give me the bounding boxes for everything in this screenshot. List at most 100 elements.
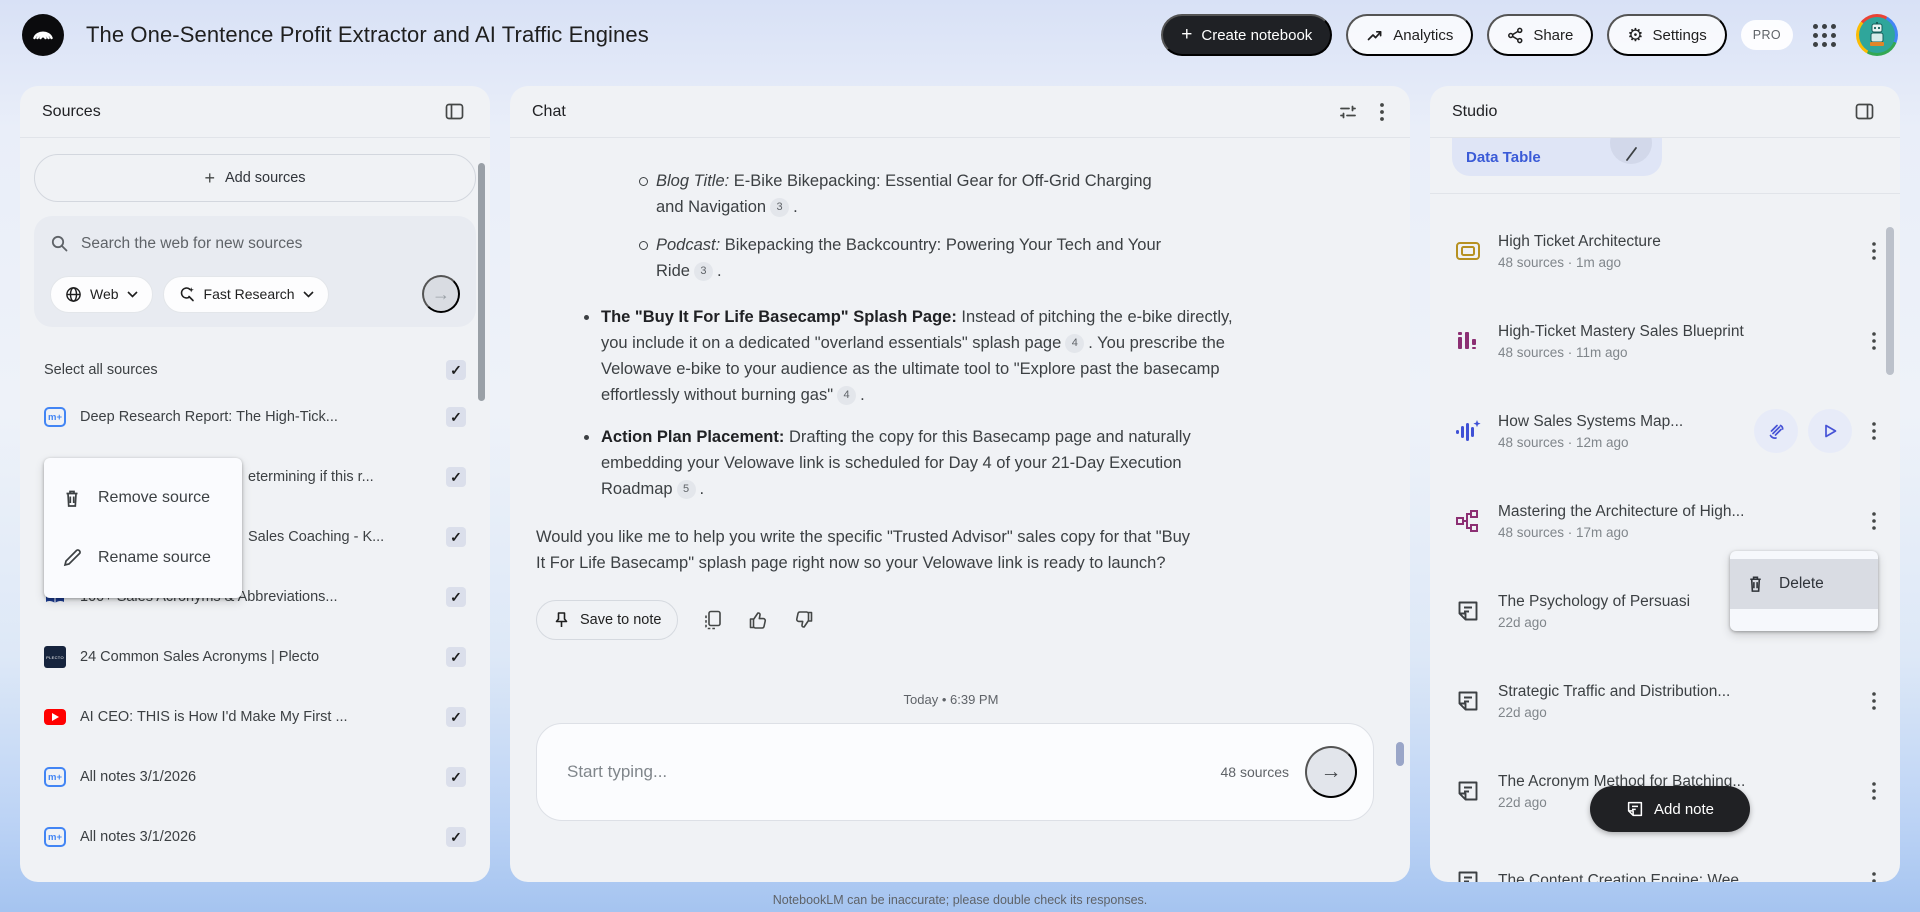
studio-item-title: The Content Creation Engine: Wee... bbox=[1498, 872, 1752, 882]
share-button[interactable]: Share bbox=[1487, 14, 1594, 56]
studio-item[interactable]: High-Ticket Mastery Sales Blueprint 48 s… bbox=[1430, 296, 1900, 386]
studio-item-title: High Ticket Architecture bbox=[1498, 232, 1661, 250]
sources-scrollbar[interactable] bbox=[478, 163, 485, 401]
fast-research-chip[interactable]: Fast Research bbox=[162, 275, 329, 313]
source-row[interactable]: m+ All notes 3/1/2026 ✓ bbox=[20, 807, 490, 867]
collapse-sources-panel-icon[interactable] bbox=[441, 98, 468, 125]
chat-scrollbar[interactable] bbox=[1396, 742, 1404, 766]
add-sources-label: Add sources bbox=[224, 170, 306, 186]
item-kebab-icon[interactable] bbox=[1868, 238, 1880, 264]
create-notebook-label: Create notebook bbox=[1201, 26, 1313, 44]
chat-settings-tune-icon[interactable] bbox=[1334, 98, 1362, 126]
trash-icon bbox=[1746, 574, 1765, 594]
settings-button[interactable]: ⚙ Settings bbox=[1607, 14, 1727, 56]
globe-icon bbox=[65, 286, 82, 303]
search-submit-button[interactable]: → bbox=[422, 275, 460, 313]
pin-icon bbox=[553, 611, 570, 629]
studio-item[interactable]: High Ticket Architecture 48 sources · 1m… bbox=[1430, 206, 1900, 296]
audio-waveform-icon bbox=[1454, 418, 1482, 444]
source-row[interactable]: m+ Deep Research Report: The High-Tick..… bbox=[20, 387, 490, 447]
bullet-tail: . bbox=[699, 480, 705, 498]
report-chart-icon bbox=[1454, 329, 1482, 353]
save-to-note-button[interactable]: Save to note bbox=[536, 600, 679, 640]
collapse-studio-panel-icon[interactable] bbox=[1851, 98, 1878, 125]
youtube-icon bbox=[44, 709, 66, 725]
source-row[interactable]: PLECTO 24 Common Sales Acronyms | Plecto… bbox=[20, 627, 490, 687]
notebooklm-logo-icon[interactable] bbox=[22, 14, 64, 56]
studio-item[interactable]: How Sales Systems Map... 48 sources · 12… bbox=[1430, 386, 1900, 476]
studio-item-title: High-Ticket Mastery Sales Blueprint bbox=[1498, 322, 1744, 340]
topbar-actions: + Create notebook Analytics Share ⚙ Sett… bbox=[1161, 14, 1898, 56]
chevron-down-icon bbox=[303, 290, 314, 298]
check-icon: ✓ bbox=[450, 648, 462, 665]
studio-panel: Studio Data Table High Ticket Architectu… bbox=[1430, 86, 1900, 882]
share-label: Share bbox=[1533, 26, 1574, 44]
studio-item[interactable]: The Content Creation Engine: Wee... bbox=[1430, 836, 1900, 882]
chat-more-kebab-icon[interactable] bbox=[1376, 99, 1388, 125]
chat-message: Blog Title: E-Bike Bikepacking: Essentia… bbox=[510, 138, 1374, 821]
copy-icon[interactable] bbox=[704, 610, 722, 630]
source-checkbox[interactable]: ✓ bbox=[446, 587, 466, 607]
chevron-down-icon bbox=[126, 290, 138, 298]
notebook-source-icon: m+ bbox=[44, 827, 66, 847]
search-options-row: Web Fast Research → bbox=[50, 275, 460, 313]
source-checkbox[interactable]: ✓ bbox=[446, 827, 466, 847]
source-checkbox[interactable]: ✓ bbox=[446, 467, 466, 487]
check-icon: ✓ bbox=[450, 768, 462, 785]
source-count-label: 48 sources bbox=[1220, 764, 1289, 780]
item-kebab-icon[interactable] bbox=[1868, 418, 1880, 444]
citation-chip[interactable]: 4 bbox=[1065, 333, 1085, 353]
thumbs-down-icon[interactable] bbox=[794, 610, 814, 630]
source-row[interactable]: AI CEO: THIS is How I'd Make My First ..… bbox=[20, 687, 490, 747]
web-chip-label: Web bbox=[90, 286, 119, 302]
search-input[interactable]: Search the web for new sources bbox=[50, 234, 460, 253]
citation-chip[interactable]: 4 bbox=[837, 385, 857, 405]
fast-research-label: Fast Research bbox=[203, 286, 295, 302]
chip-edit-icon[interactable] bbox=[1610, 138, 1652, 164]
user-avatar[interactable] bbox=[1856, 14, 1898, 56]
studio-output-chip-strip: Data Table bbox=[1430, 138, 1900, 178]
studio-item[interactable]: Strategic Traffic and Distribution... 22… bbox=[1430, 656, 1900, 746]
select-all-checkbox[interactable]: ✓ bbox=[446, 360, 466, 380]
source-checkbox[interactable]: ✓ bbox=[446, 527, 466, 547]
google-apps-grid-icon[interactable] bbox=[1807, 18, 1842, 53]
send-button[interactable]: → bbox=[1305, 746, 1357, 798]
flashcards-icon bbox=[1454, 239, 1482, 263]
source-title: All notes 3/1/2026 bbox=[80, 769, 197, 785]
note-icon bbox=[1454, 779, 1482, 803]
citation-chip[interactable]: 5 bbox=[676, 479, 696, 499]
save-to-note-label: Save to note bbox=[580, 612, 662, 628]
rename-source-menu-item[interactable]: Rename source bbox=[44, 528, 242, 588]
chat-sub-bullet: Blog Title: E-Bike Bikepacking: Essentia… bbox=[536, 168, 1340, 220]
add-note-button[interactable]: Add note bbox=[1590, 786, 1750, 832]
source-title: 24 Common Sales Acronyms | Plecto bbox=[80, 649, 320, 665]
data-table-chip[interactable]: Data Table bbox=[1452, 138, 1662, 176]
create-notebook-button[interactable]: + Create notebook bbox=[1161, 14, 1333, 56]
item-kebab-icon[interactable] bbox=[1868, 328, 1880, 354]
source-checkbox[interactable]: ✓ bbox=[446, 707, 466, 727]
source-checkbox[interactable]: ✓ bbox=[446, 767, 466, 787]
chat-input[interactable]: Start typing... 48 sources → bbox=[536, 723, 1374, 821]
source-row[interactable]: m+ All notes 3/1/2026 ✓ bbox=[20, 747, 490, 807]
delete-menu-item[interactable]: Delete bbox=[1730, 559, 1878, 609]
item-kebab-icon[interactable] bbox=[1868, 508, 1880, 534]
source-checkbox[interactable]: ✓ bbox=[446, 407, 466, 427]
analytics-button[interactable]: Analytics bbox=[1346, 14, 1474, 56]
item-kebab-icon[interactable] bbox=[1868, 868, 1880, 882]
play-icon[interactable] bbox=[1808, 409, 1852, 453]
bullet-text: Bikepacking the Backcountry: Powering Yo… bbox=[656, 236, 1162, 280]
item-kebab-icon[interactable] bbox=[1868, 688, 1880, 714]
interactive-mode-icon[interactable] bbox=[1754, 409, 1798, 453]
citation-chip[interactable]: 3 bbox=[693, 261, 713, 281]
studio-scrollbar[interactable] bbox=[1886, 227, 1894, 375]
thumbs-up-icon[interactable] bbox=[748, 610, 768, 630]
disclaimer-text: NotebookLM can be inaccurate; please dou… bbox=[772, 893, 1148, 907]
web-source-chip[interactable]: Web bbox=[50, 275, 153, 313]
bullet-tail: . bbox=[793, 198, 798, 216]
remove-source-menu-item[interactable]: Remove source bbox=[44, 468, 242, 528]
source-checkbox[interactable]: ✓ bbox=[446, 647, 466, 667]
item-kebab-icon[interactable] bbox=[1868, 778, 1880, 804]
add-sources-button[interactable]: + Add sources bbox=[34, 154, 476, 202]
citation-chip[interactable]: 3 bbox=[770, 197, 790, 217]
note-add-icon bbox=[1626, 800, 1644, 818]
